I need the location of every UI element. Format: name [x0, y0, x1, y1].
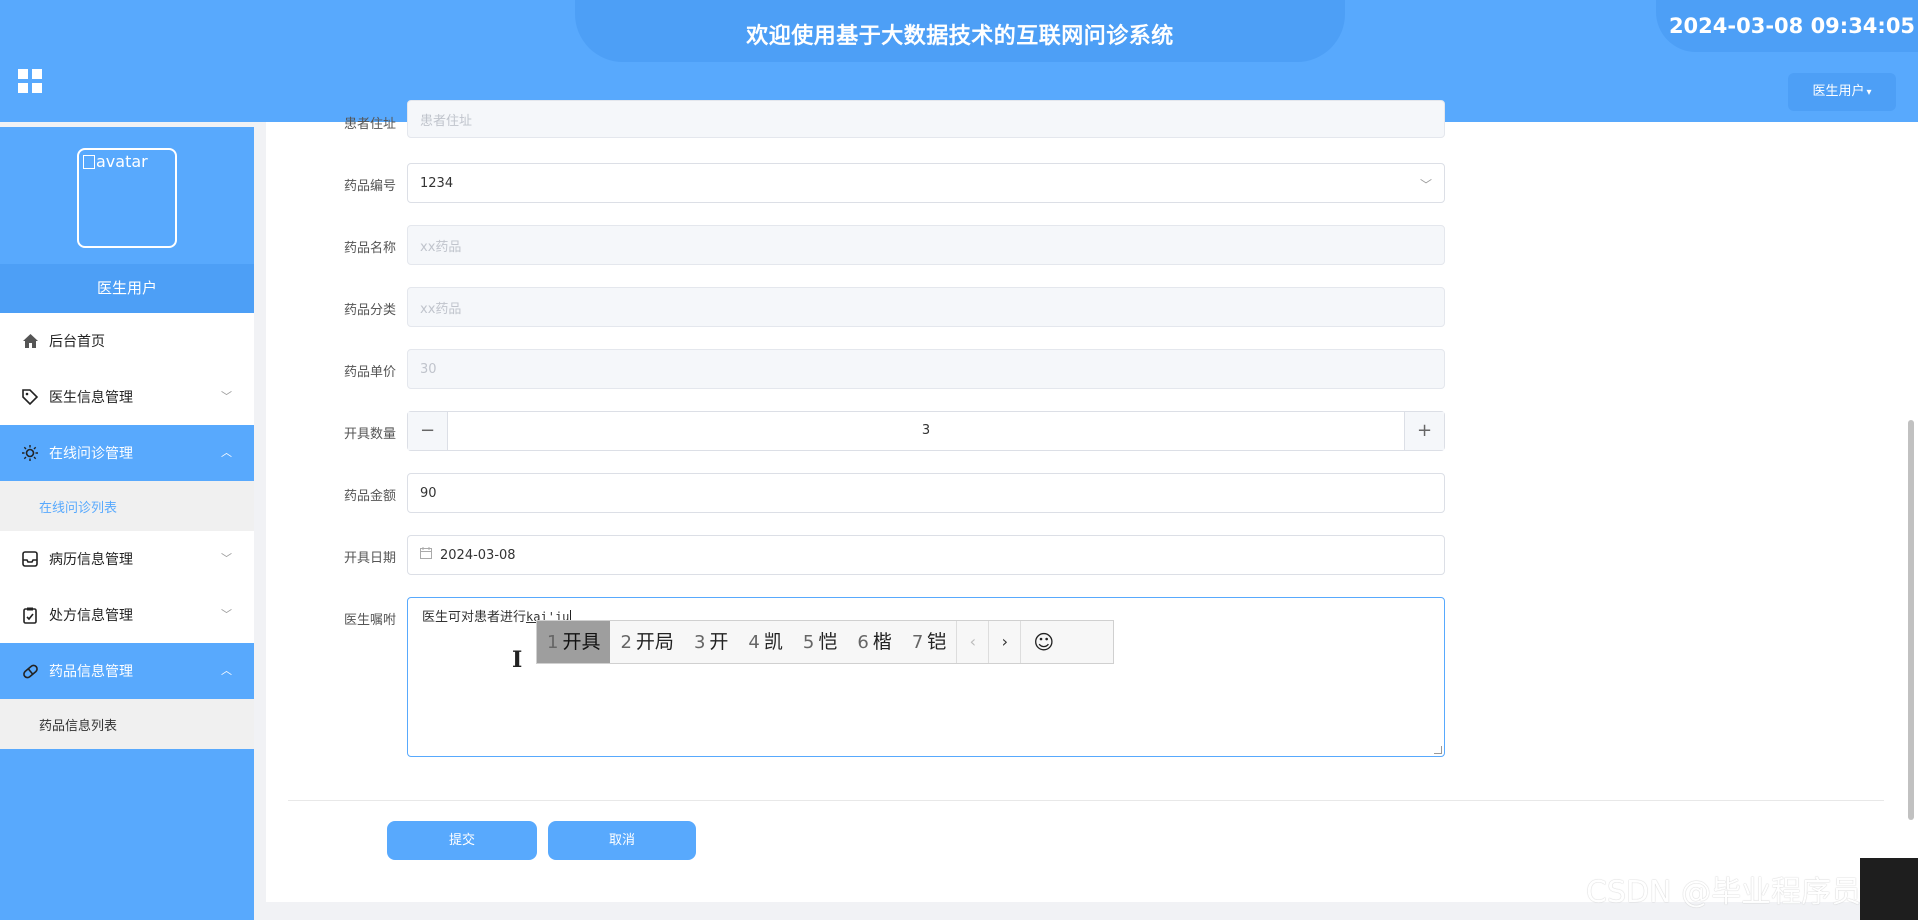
calendar-icon	[420, 547, 432, 563]
form-divider	[288, 800, 1884, 801]
broken-image-icon	[83, 155, 95, 169]
sidebar-user-name: 医生用户	[0, 264, 254, 313]
ime-candidate[interactable]: 4凯	[738, 621, 792, 663]
sidebar-item-online-consult[interactable]: 在线问诊管理 ︿	[0, 425, 254, 481]
chevron-down-icon: ﹀	[221, 390, 232, 403]
clipboard-icon	[21, 606, 39, 624]
sidebar-item-prescriptions[interactable]: 处方信息管理 ﹀	[0, 587, 254, 643]
home-icon	[21, 332, 39, 350]
tag-icon	[21, 388, 39, 406]
chevron-up-icon: ︿	[221, 446, 232, 459]
sun-icon	[21, 444, 39, 462]
field-label-drug-code: 药品编号	[343, 179, 396, 194]
issue-date-value: 2024-03-08	[440, 547, 516, 563]
pill-icon	[21, 662, 39, 680]
amount-field[interactable]: 90	[407, 473, 1445, 513]
issue-date-picker[interactable]: 2024-03-08	[407, 535, 1445, 575]
chevron-down-icon: ﹀	[221, 608, 232, 621]
cancel-button[interactable]: 取消	[548, 821, 696, 860]
sidebar-item-doctor-info[interactable]: 医生信息管理 ﹀	[0, 369, 254, 425]
increment-button[interactable]: +	[1404, 412, 1444, 450]
ime-candidate[interactable]: 5恺	[793, 621, 847, 663]
current-datetime: 2024-03-08 09:34:05	[1668, 14, 1916, 38]
field-label-advice: 医生嘱咐	[343, 613, 396, 628]
chevron-down-icon: ﹀	[221, 552, 232, 565]
quantity-stepper[interactable]: − 3 +	[407, 411, 1445, 451]
chevron-down-icon: ﹀	[1419, 178, 1432, 192]
patient-address-placeholder: 患者住址	[420, 113, 473, 129]
sidebar-item-medical-records[interactable]: 病历信息管理 ﹀	[0, 531, 254, 587]
ime-next-page-icon[interactable]: ›	[988, 621, 1020, 663]
ime-candidate-bar: 1 开具 2 开局 3开 4凯 5恺 6楷 7铠 ‹ › ☺	[536, 620, 1114, 664]
avatar-alt-text: avatar	[96, 152, 148, 171]
field-label-unit-price: 药品单价	[343, 365, 396, 380]
corner-overlay	[1860, 858, 1918, 920]
submit-button[interactable]: 提交	[387, 821, 537, 860]
ime-candidate[interactable]: 1 开具	[537, 621, 611, 663]
user-menu-button[interactable]: 医生用户 ▾	[1788, 73, 1896, 111]
quantity-value[interactable]: 3	[448, 412, 1404, 450]
amount-value: 90	[420, 485, 437, 501]
ime-candidate[interactable]: 7铠	[902, 621, 956, 663]
field-label-drug-name: 药品名称	[343, 241, 396, 256]
patient-address-field: 患者住址	[407, 100, 1445, 138]
field-label-issue-date: 开具日期	[343, 551, 396, 566]
sidebar: avatar 医生用户 后台首页 医生信息管理 ﹀ 在线问诊管理 ︿ 在线问诊列…	[0, 127, 254, 920]
chevron-down-icon: ▾	[1866, 87, 1872, 98]
drug-name-value: xx药品	[420, 239, 462, 255]
drug-name-field: xx药品	[407, 225, 1445, 265]
watermark: CSDN @毕业程序员	[1586, 875, 1862, 910]
drug-category-field: xx药品	[407, 287, 1445, 327]
emoji-icon[interactable]: ☺	[1020, 621, 1066, 663]
field-label-drug-category: 药品分类	[343, 303, 396, 318]
sidebar-item-label: 在线问诊管理	[49, 446, 133, 462]
inbox-icon	[21, 550, 39, 568]
field-label-quantity: 开具数量	[343, 427, 396, 442]
sidebar-item-label: 后台首页	[49, 334, 105, 350]
resize-handle[interactable]	[1434, 746, 1442, 754]
unit-price-field: 30	[407, 349, 1445, 389]
vertical-scrollbar[interactable]	[1908, 420, 1914, 820]
user-menu-label: 医生用户	[1812, 84, 1865, 99]
advice-text: 医生可对患者进行	[422, 610, 527, 625]
sidebar-item-label: 病历信息管理	[49, 552, 133, 568]
sidebar-item-drug-info[interactable]: 药品信息管理 ︿	[0, 643, 254, 699]
i-beam-cursor-icon: I	[512, 647, 523, 673]
chevron-up-icon: ︿	[221, 664, 232, 677]
decrement-button[interactable]: −	[408, 412, 448, 450]
sidebar-subitem-consult-list[interactable]: 在线问诊列表	[0, 481, 254, 531]
page-title: 欢迎使用基于大数据技术的互联网问诊系统	[746, 24, 1174, 49]
avatar: avatar	[77, 148, 177, 248]
sidebar-subitem-drug-list[interactable]: 药品信息列表	[0, 699, 254, 749]
field-label-patient-address: 患者住址	[343, 117, 396, 132]
grid-icon[interactable]	[18, 69, 42, 93]
sidebar-item-home[interactable]: 后台首页	[0, 313, 254, 369]
drug-code-value: 1234	[420, 175, 454, 191]
drug-category-value: xx药品	[420, 301, 462, 317]
field-label-amount: 药品金额	[343, 489, 396, 504]
ime-candidate[interactable]: 2 开局	[610, 621, 683, 663]
sidebar-menu: 后台首页 医生信息管理 ﹀ 在线问诊管理 ︿ 在线问诊列表 病历信息管理 ﹀ 处…	[0, 313, 254, 749]
ime-candidate[interactable]: 6楷	[847, 621, 901, 663]
unit-price-value: 30	[420, 361, 437, 377]
sidebar-item-label: 处方信息管理	[49, 608, 133, 624]
sidebar-item-label: 药品信息管理	[49, 664, 133, 680]
sidebar-item-label: 医生信息管理	[49, 390, 133, 406]
ime-candidate[interactable]: 3开	[684, 621, 738, 663]
ime-prev-page-icon[interactable]: ‹	[956, 621, 988, 663]
drug-code-select[interactable]: 1234 ﹀	[407, 163, 1445, 203]
